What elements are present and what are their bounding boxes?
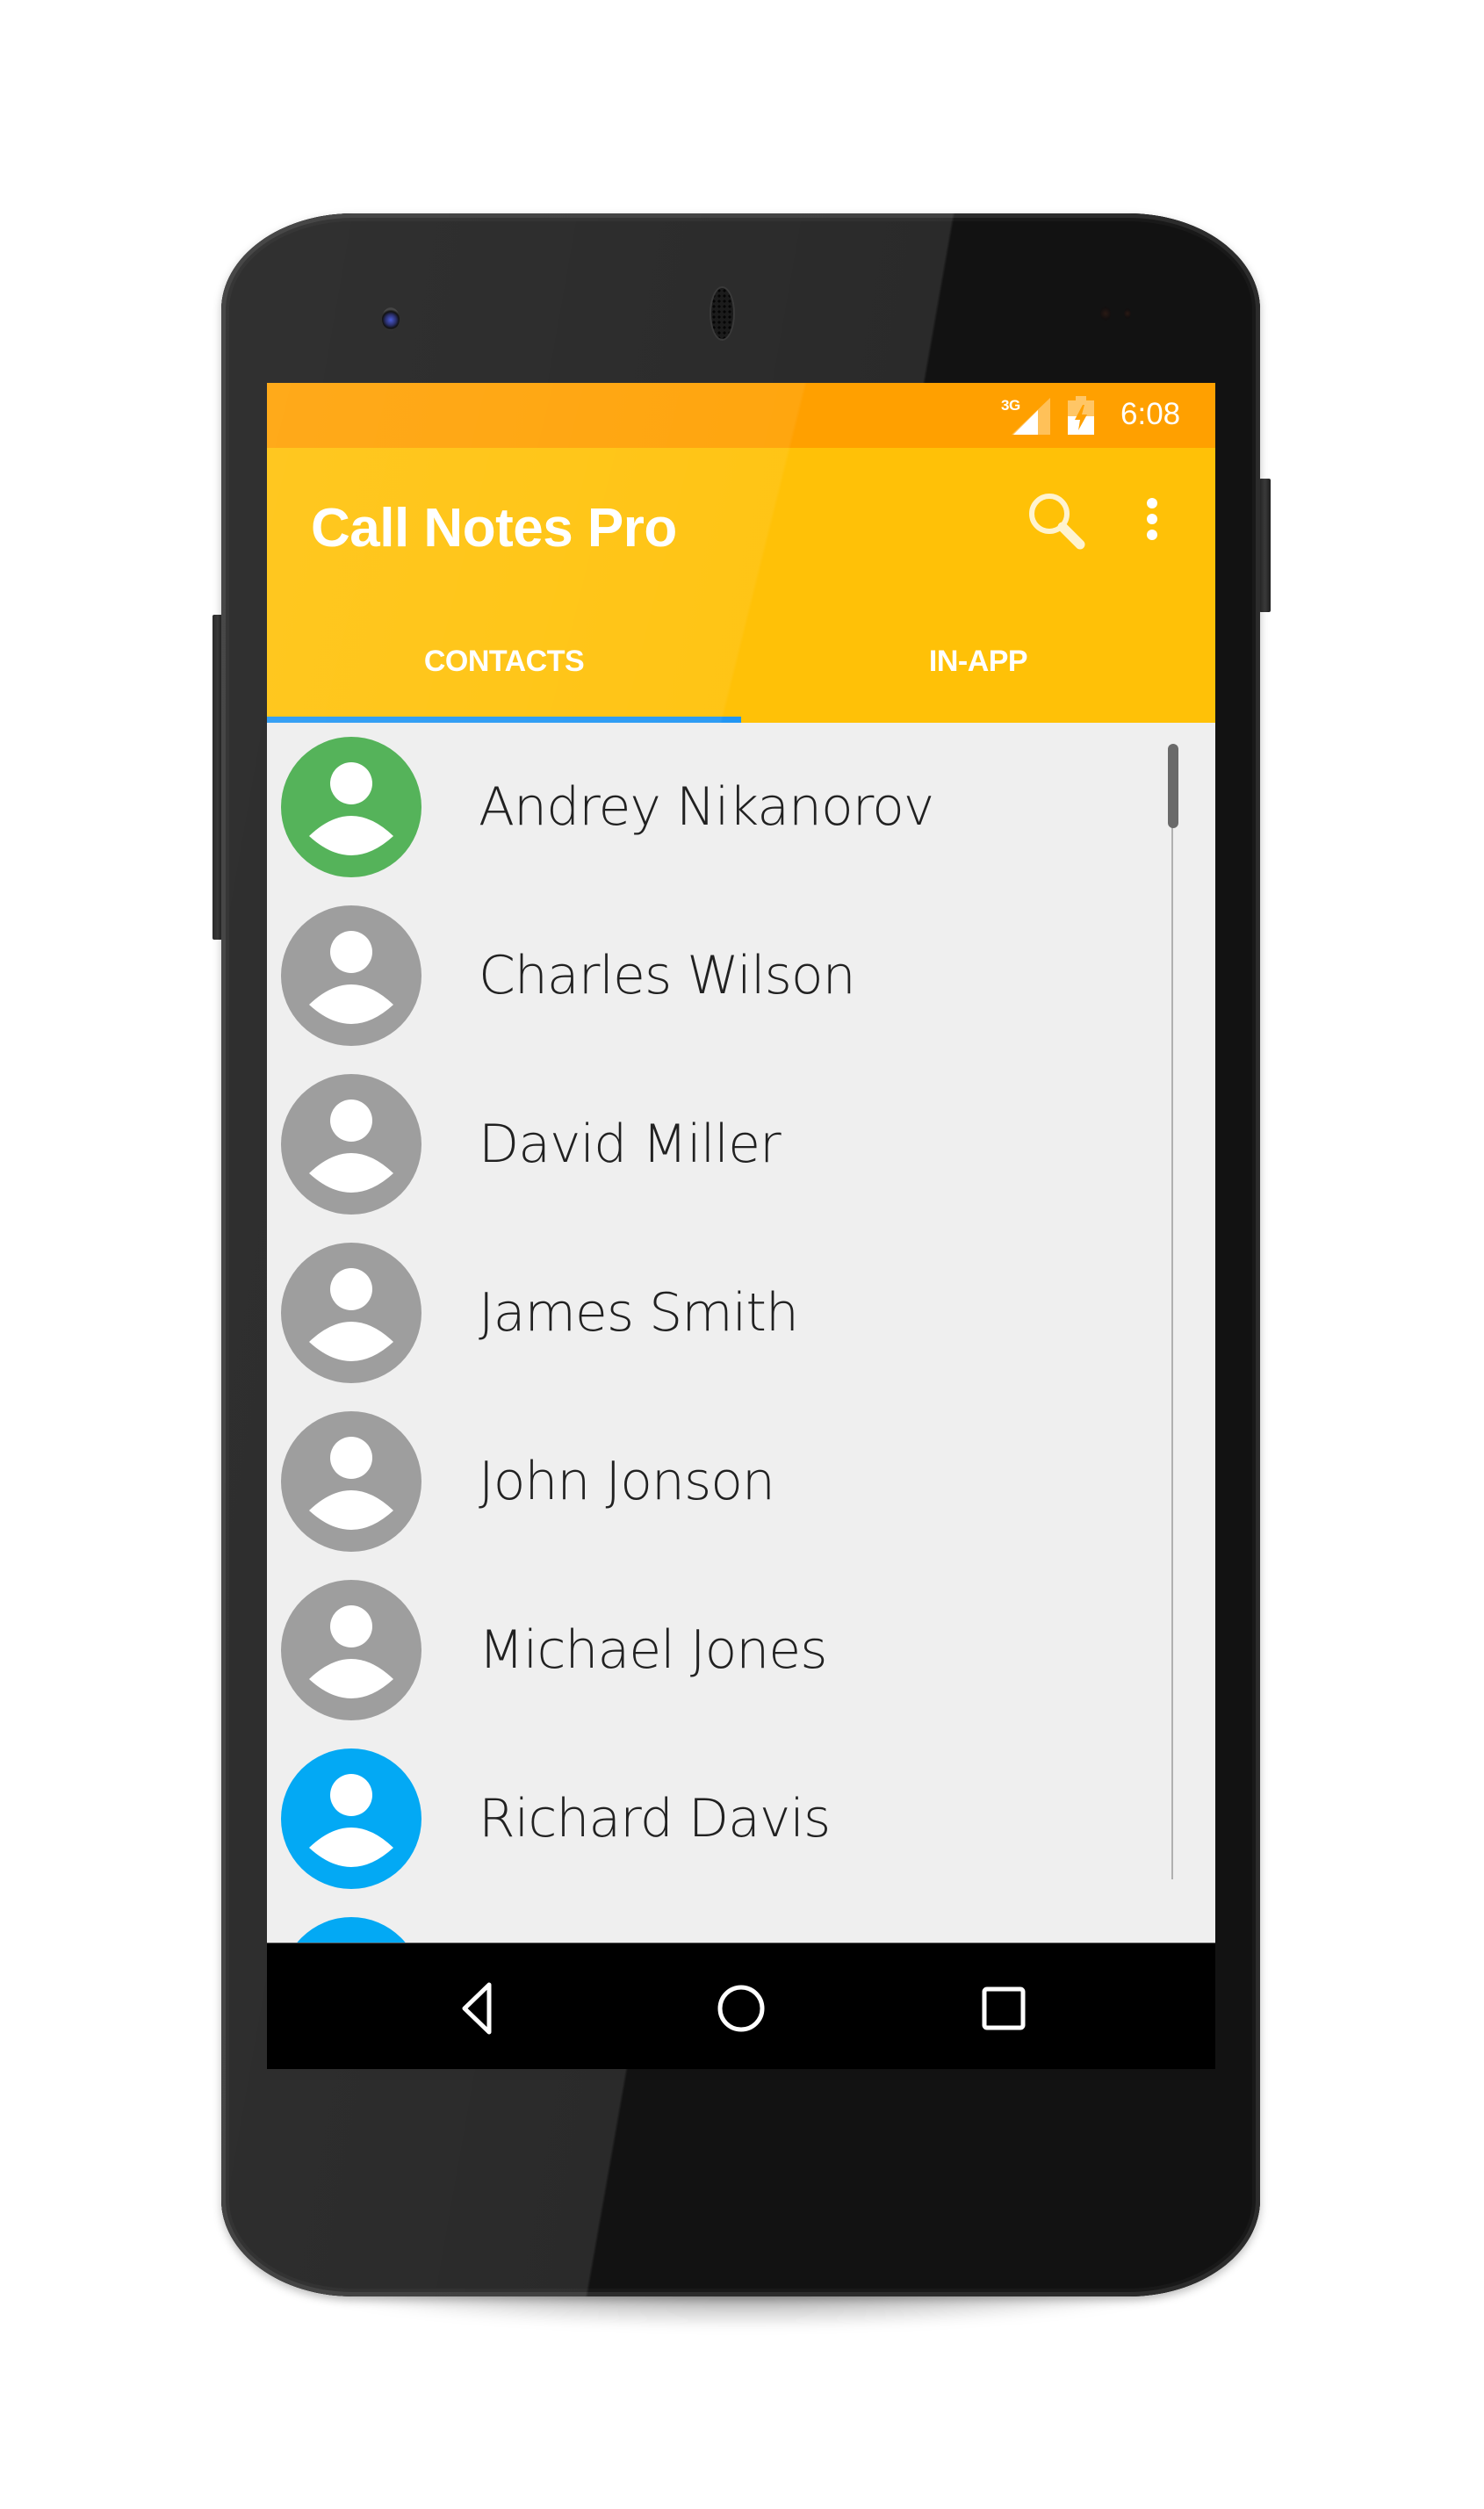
contact-name: Michael Jones [479,1619,827,1681]
navigation-bar [267,1943,1215,2069]
recents-button[interactable] [969,1973,1039,2044]
back-button[interactable] [443,1973,514,2044]
contact-row[interactable]: Charles Wilson [267,891,1215,1060]
avatar-icon [281,1580,421,1720]
contact-row[interactable]: Michael Jones [267,1566,1215,1734]
tab-in-app-label: IN-APP [928,645,1028,678]
overflow-menu-icon [1147,498,1157,540]
contact-list[interactable]: Andrey Nikanorov Charles Wilson David Mi… [267,723,1215,1943]
avatar-icon [281,1243,421,1383]
front-camera-icon [382,307,400,330]
back-triangle-icon [462,1982,492,2035]
light-sensor-icon [1100,306,1111,321]
scrollbar-thumb[interactable] [1168,744,1178,828]
contact-name: Andrey Nikanorov [479,776,934,838]
overflow-menu-button[interactable] [1127,483,1177,553]
home-button[interactable] [706,1973,776,2044]
tab-bar: CONTACTS IN-APP [267,615,1215,723]
contact-row[interactable]: Andrey Nikanorov [267,723,1215,891]
contact-row[interactable]: David Miller [267,1060,1215,1229]
avatar-icon [297,1917,406,1943]
search-icon [1029,494,1085,550]
contact-row[interactable]: Richard Davis [267,1734,1215,1903]
battery-charging-icon [1068,396,1094,435]
contact-name: Charles Wilson [479,945,856,1006]
app-bar: Call Notes Pro CONTACTS IN-APP [267,448,1215,723]
contact-name: John Jonson [479,1451,775,1512]
avatar-icon [281,1074,421,1215]
contact-name: Richard Davis [479,1788,831,1849]
tab-contacts[interactable]: CONTACTS [267,615,741,723]
contact-row[interactable] [267,1903,1215,1943]
status-bar: 3G 6:08 [267,383,1215,448]
phone-screen: 3G 6:08 Call Notes Pro CONTACTS IN-APP A… [267,383,1215,2069]
avatar-icon [281,1748,421,1889]
avatar-icon [281,1411,421,1552]
power-button [1259,479,1271,612]
recents-square-icon [982,1986,1026,2030]
proximity-sensor-icon [1124,308,1131,319]
scrollbar-track[interactable] [1171,749,1173,1879]
contact-name: David Miller [479,1114,782,1175]
tab-in-app[interactable]: IN-APP [741,615,1215,723]
contact-name: James Smith [479,1282,799,1344]
contact-row[interactable]: James Smith [267,1229,1215,1397]
avatar-icon [281,905,421,1046]
device-mockup: 3G 6:08 Call Notes Pro CONTACTS IN-APP A… [0,0,1484,2509]
avatar-icon [281,737,421,877]
search-button[interactable] [1019,483,1089,553]
home-circle-icon [717,1985,765,2032]
status-time: 6:08 [1120,397,1181,431]
contact-row[interactable]: John Jonson [267,1397,1215,1566]
app-title: Call Notes Pro [311,498,677,559]
status-icons: 3G 6:08 [987,383,1215,448]
signal-icon [1012,398,1050,435]
tab-contacts-label: CONTACTS [423,645,585,678]
selected-tab-indicator [267,717,741,723]
earpiece-speaker-icon [711,288,733,339]
